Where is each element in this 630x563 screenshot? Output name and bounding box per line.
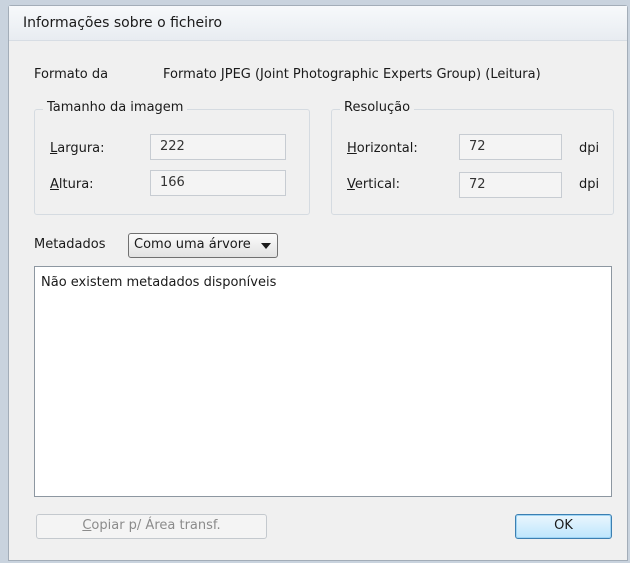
- dialog-titlebar[interactable]: Informações sobre o ficheiro: [9, 6, 627, 41]
- width-label: Largura:: [50, 141, 105, 156]
- metadata-view-dropdown[interactable]: Como uma árvore: [128, 233, 278, 258]
- metadata-text-area[interactable]: Não existem metadados disponíveis: [34, 266, 612, 497]
- vertical-unit: dpi: [579, 177, 600, 192]
- format-label: Formato da: [34, 67, 109, 82]
- format-value: Formato JPEG (Joint Photographic Experts…: [163, 67, 541, 82]
- metadata-view-selected: Como uma árvore: [134, 237, 251, 252]
- metadata-label: Metadados: [34, 237, 106, 252]
- metadata-content: Não existem metadados disponíveis: [41, 275, 277, 290]
- image-size-legend: Tamanho da imagem: [43, 100, 188, 115]
- resolution-legend: Resolução: [340, 100, 415, 115]
- horizontal-unit: dpi: [579, 141, 600, 156]
- vertical-field[interactable]: 72: [459, 172, 562, 198]
- width-field[interactable]: 222: [150, 134, 286, 160]
- resolution-group: Resolução: [331, 100, 614, 215]
- horizontal-label: Horizontal:: [347, 141, 418, 156]
- copy-to-clipboard-button[interactable]: Copiar p/ Área transf.: [36, 514, 267, 539]
- height-label: Altura:: [50, 177, 94, 192]
- image-size-group: Tamanho da imagem: [34, 100, 310, 215]
- height-field[interactable]: 166: [150, 170, 286, 196]
- ok-button[interactable]: OK: [515, 514, 612, 539]
- file-info-dialog: Informações sobre o ficheiro Formato da …: [8, 5, 628, 561]
- horizontal-field[interactable]: 72: [459, 134, 562, 160]
- dialog-title: Informações sobre o ficheiro: [23, 15, 223, 31]
- chevron-down-icon: [261, 243, 271, 249]
- vertical-label: Vertical:: [347, 177, 401, 192]
